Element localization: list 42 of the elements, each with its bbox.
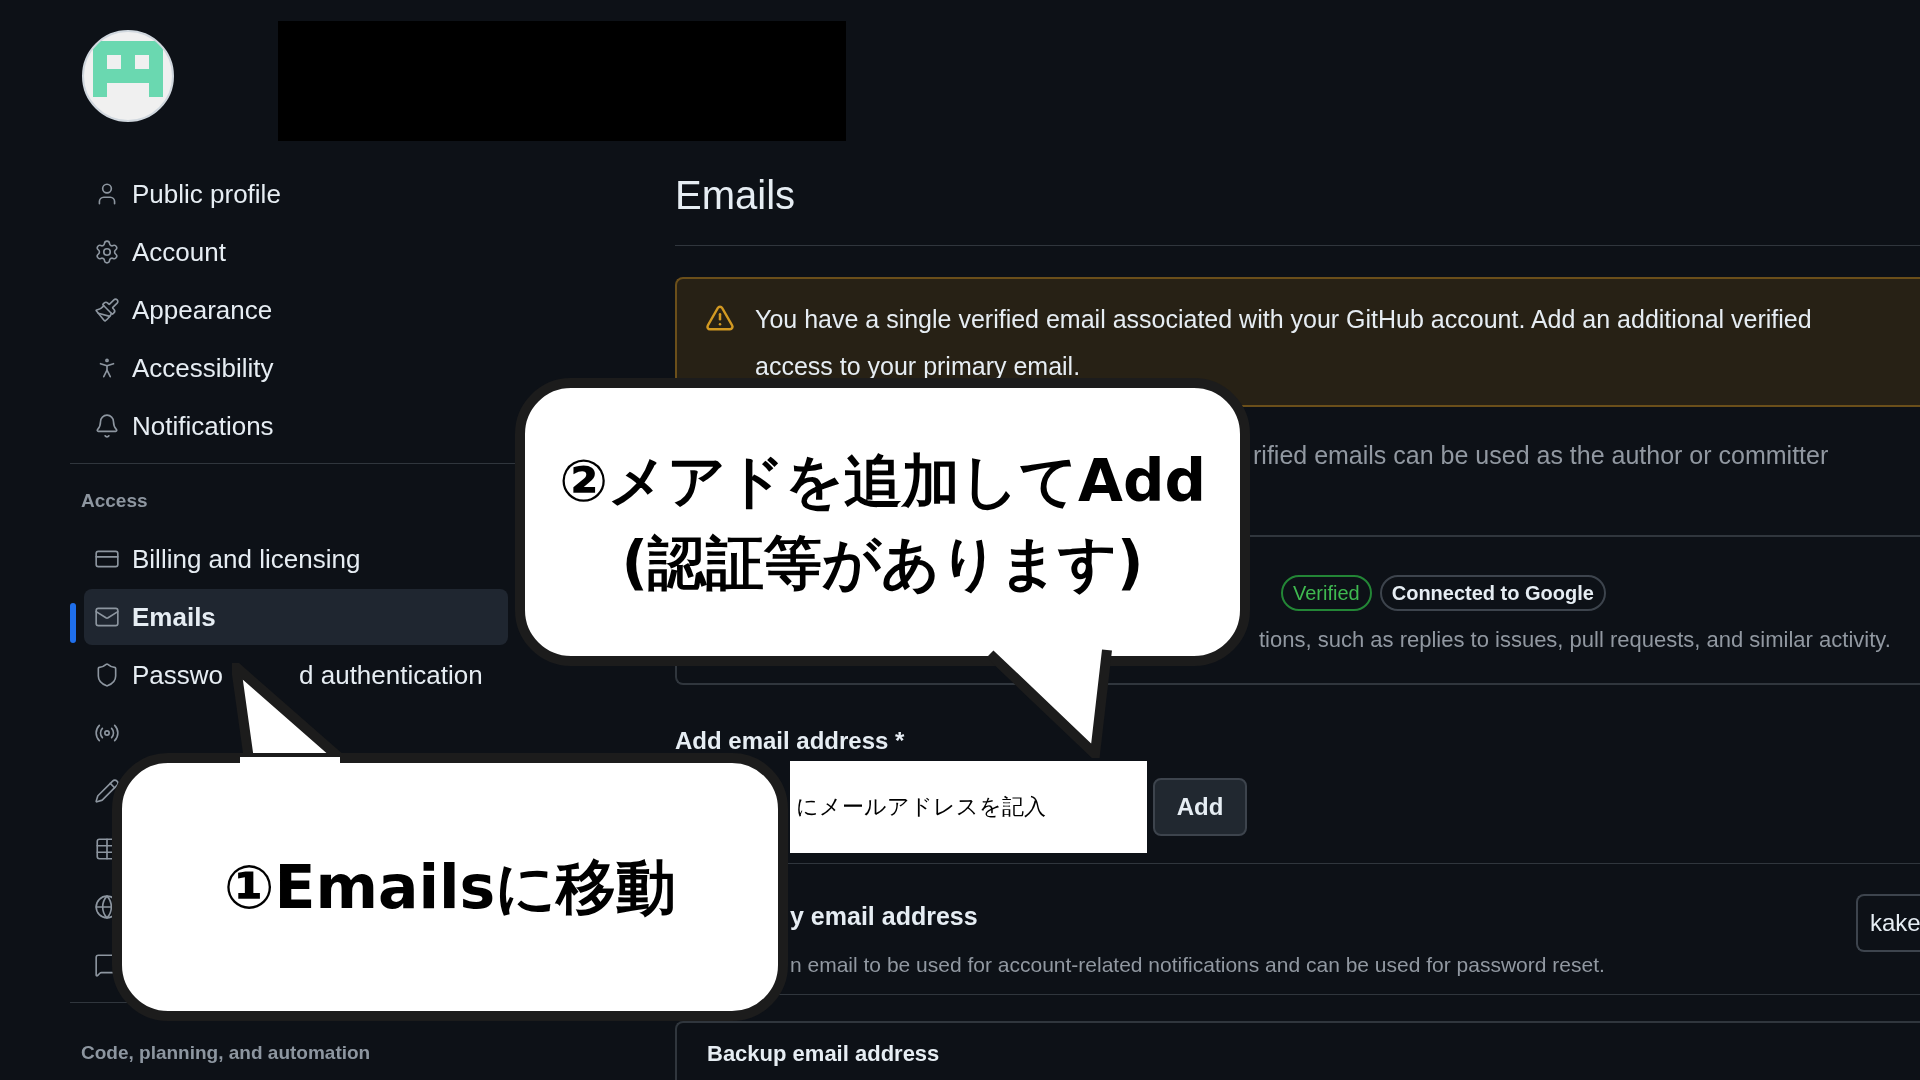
bell-icon <box>94 413 120 439</box>
sidebar-label: Emails <box>132 600 216 634</box>
callout-text: (認証等があります) <box>621 528 1144 599</box>
sidebar-label: Appearance <box>132 293 273 327</box>
status-badge: Connected to Google <box>1379 574 1606 611</box>
sidebar-label: Notifications <box>132 409 274 443</box>
sidebar-item[interactable]: Billing and licensing <box>84 531 367 587</box>
email-description: tions, such as replies to issues, pull requests, and similar activity. <box>1258 625 1892 654</box>
active-indicator <box>70 603 76 643</box>
intro-text: rified emails can be used as the author or committer <box>1252 440 1830 471</box>
sidebar-item[interactable]: Passwo d authentication <box>84 647 489 703</box>
settings-icon <box>94 239 120 265</box>
sidebar-label: Public profile <box>132 177 281 211</box>
email-select[interactable]: kake <box>1856 893 1920 952</box>
field-label: Add email address * <box>675 725 906 756</box>
email-input[interactable]: にメールアドレスを記入 <box>790 760 1147 853</box>
warning-text: access to your primary email. <box>755 350 1082 382</box>
sidebar-label: d authentication <box>299 658 483 692</box>
warning-icon <box>705 303 735 333</box>
status-badge: Verified <box>1281 574 1372 611</box>
callout-text: ①Emailsに移動 <box>223 851 677 924</box>
paintbrush-icon <box>94 297 120 323</box>
sidebar-item[interactable]: Notifications <box>84 398 280 454</box>
add-button[interactable]: Add <box>1153 777 1247 836</box>
sidebar-item[interactable]: Account <box>84 224 232 280</box>
pencil-icon <box>94 778 120 804</box>
section-heading: Access <box>81 488 148 513</box>
sidebar-item[interactable]: Emails <box>84 589 508 645</box>
sidebar-label: Accessibility <box>132 351 274 385</box>
callout-text: ②メアドを追加してAdd <box>559 446 1206 517</box>
section-title: Backup email address <box>707 1040 940 1066</box>
section-heading: Code, planning, and automation <box>81 1040 371 1065</box>
page-title: Emails <box>675 172 797 219</box>
sidebar-item[interactable]: Appearance <box>84 282 279 338</box>
warning-text: You have a single verified email associated with your GitHub account. Add an additional verified <box>755 304 1812 335</box>
sidebar-label: Passwo <box>132 658 224 692</box>
sidebar-item[interactable]: Public profile <box>84 166 287 222</box>
sidebar-label: Account <box>132 235 226 269</box>
sidebar-item[interactable]: Accessibility <box>84 340 280 396</box>
section-description: n email to be used for account-related notifications and can be used for password reset. <box>790 952 1606 978</box>
section-title: y email address <box>790 900 979 932</box>
sidebar-label: Billing and licensing <box>132 542 361 576</box>
